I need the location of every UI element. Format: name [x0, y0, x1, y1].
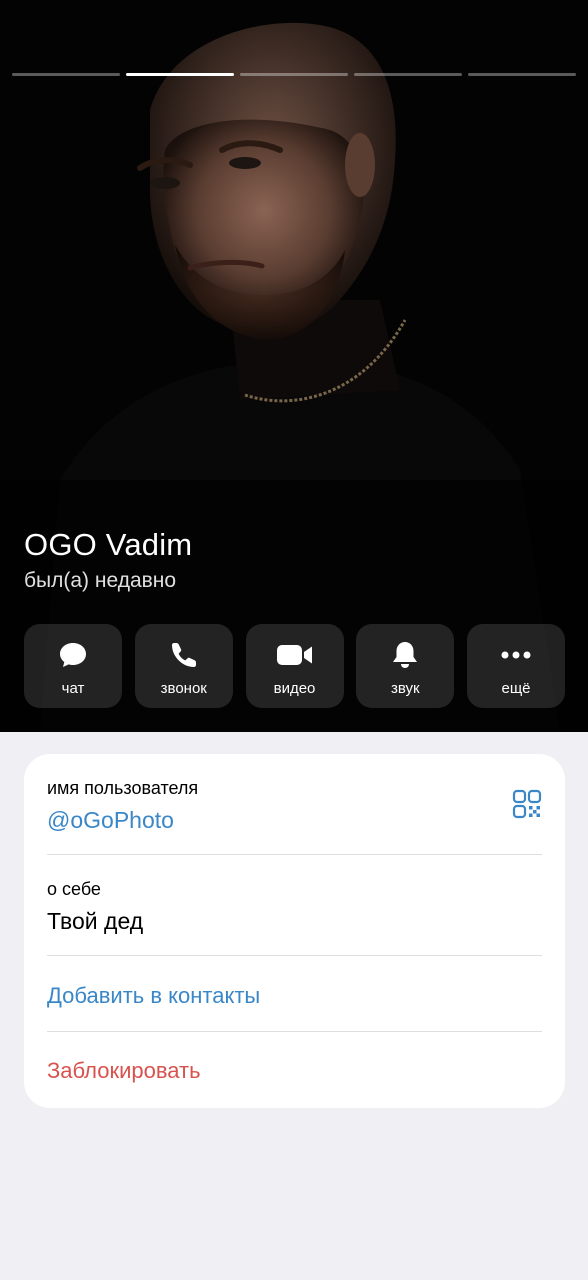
username-value[interactable]: @oGoPhoto: [47, 807, 542, 834]
video-camera-icon: [276, 639, 314, 671]
username-caption: имя пользователя: [47, 778, 199, 798]
username-row[interactable]: имя пользователя @oGoPhoto: [47, 778, 542, 834]
divider: [47, 1031, 542, 1032]
story-segment: [12, 73, 120, 76]
action-bar: чат звонок видео звук ещё: [24, 624, 565, 708]
bell-icon: [390, 639, 420, 671]
sound-button[interactable]: звук: [356, 624, 455, 708]
more-dots-icon: [499, 639, 533, 671]
chat-label: чат: [61, 680, 85, 697]
profile-header: OGO Vadim был(а) недавно чат звонок виде…: [0, 0, 588, 732]
block-user-button[interactable]: Заблокировать: [47, 1058, 542, 1084]
call-label: звонок: [160, 680, 207, 697]
qr-code-icon[interactable]: [512, 789, 542, 824]
chat-button[interactable]: чат: [24, 624, 122, 708]
bio-value: Твой дед: [47, 908, 144, 934]
story-segment: [354, 73, 462, 76]
story-segment-active: [126, 73, 234, 76]
bio-row: о себе Твой дед: [47, 879, 542, 935]
profile-photo[interactable]: [0, 0, 588, 732]
more-button[interactable]: ещё: [467, 624, 565, 708]
profile-info-card: имя пользователя @oGoPhoto о себе Твой д…: [24, 754, 565, 1108]
divider: [47, 955, 542, 956]
profile-name: OGO Vadim: [24, 527, 193, 562]
video-call-button[interactable]: видео: [245, 624, 344, 708]
phone-icon: [169, 639, 199, 671]
profile-status: был(а) недавно: [24, 569, 177, 592]
video-label: видео: [273, 680, 316, 697]
divider: [47, 854, 542, 855]
add-contact-button[interactable]: Добавить в контакты: [47, 983, 542, 1009]
story-progress: [12, 73, 576, 77]
more-label: ещё: [501, 680, 531, 697]
story-segment: [468, 73, 576, 76]
bio-caption: о себе: [47, 879, 101, 899]
call-button[interactable]: звонок: [134, 624, 233, 708]
story-segment: [240, 73, 348, 76]
chat-bubble-icon: [58, 639, 88, 671]
sound-label: звук: [390, 680, 420, 697]
